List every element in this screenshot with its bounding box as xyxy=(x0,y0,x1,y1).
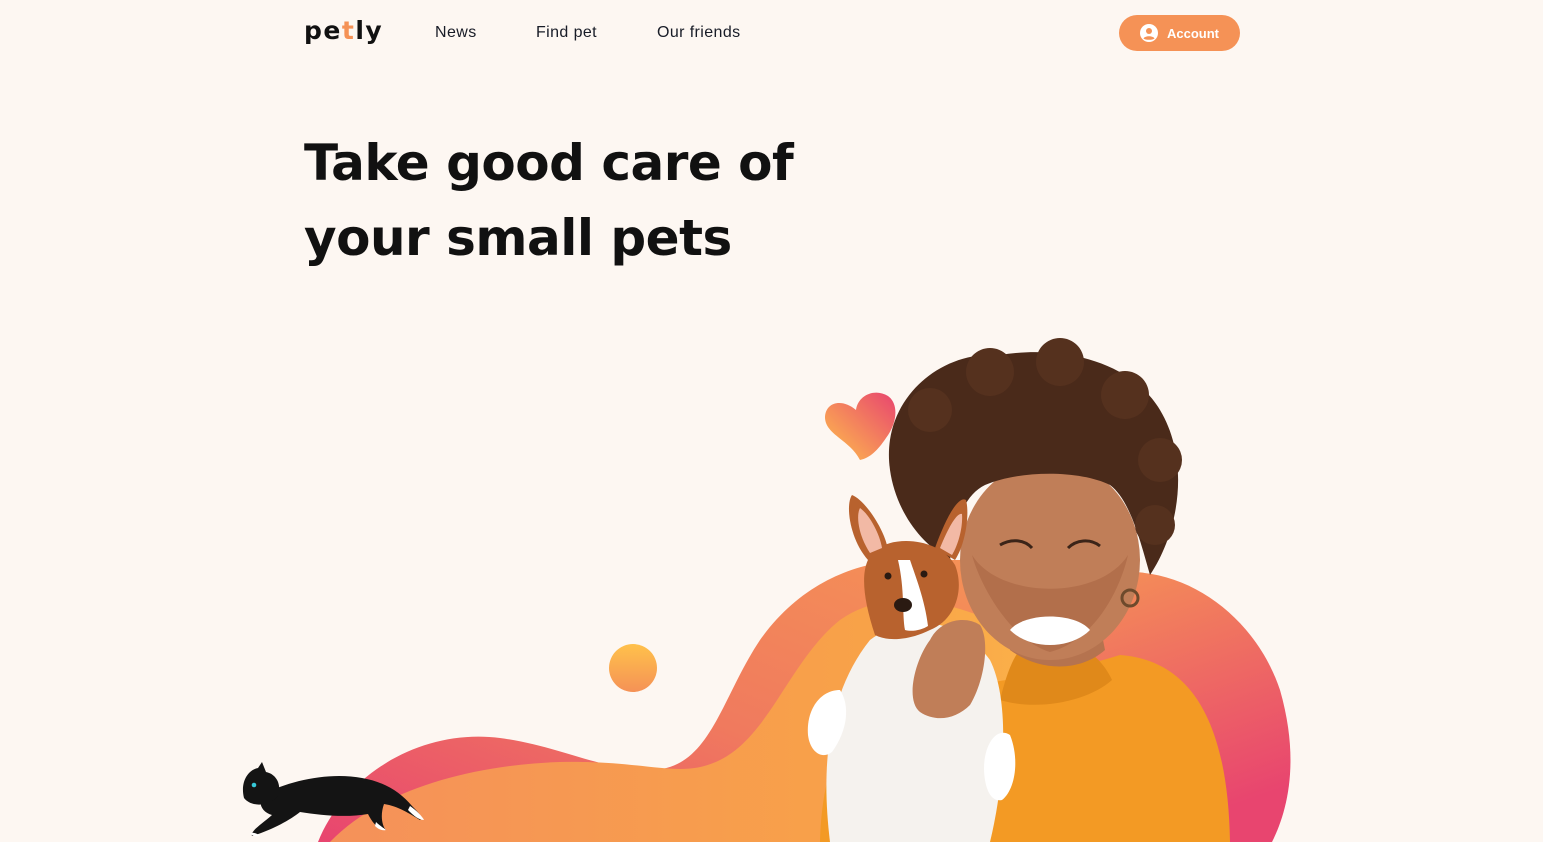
hero-illustration xyxy=(242,338,1291,842)
heart-icon xyxy=(825,392,896,460)
decorative-ball xyxy=(609,644,657,692)
